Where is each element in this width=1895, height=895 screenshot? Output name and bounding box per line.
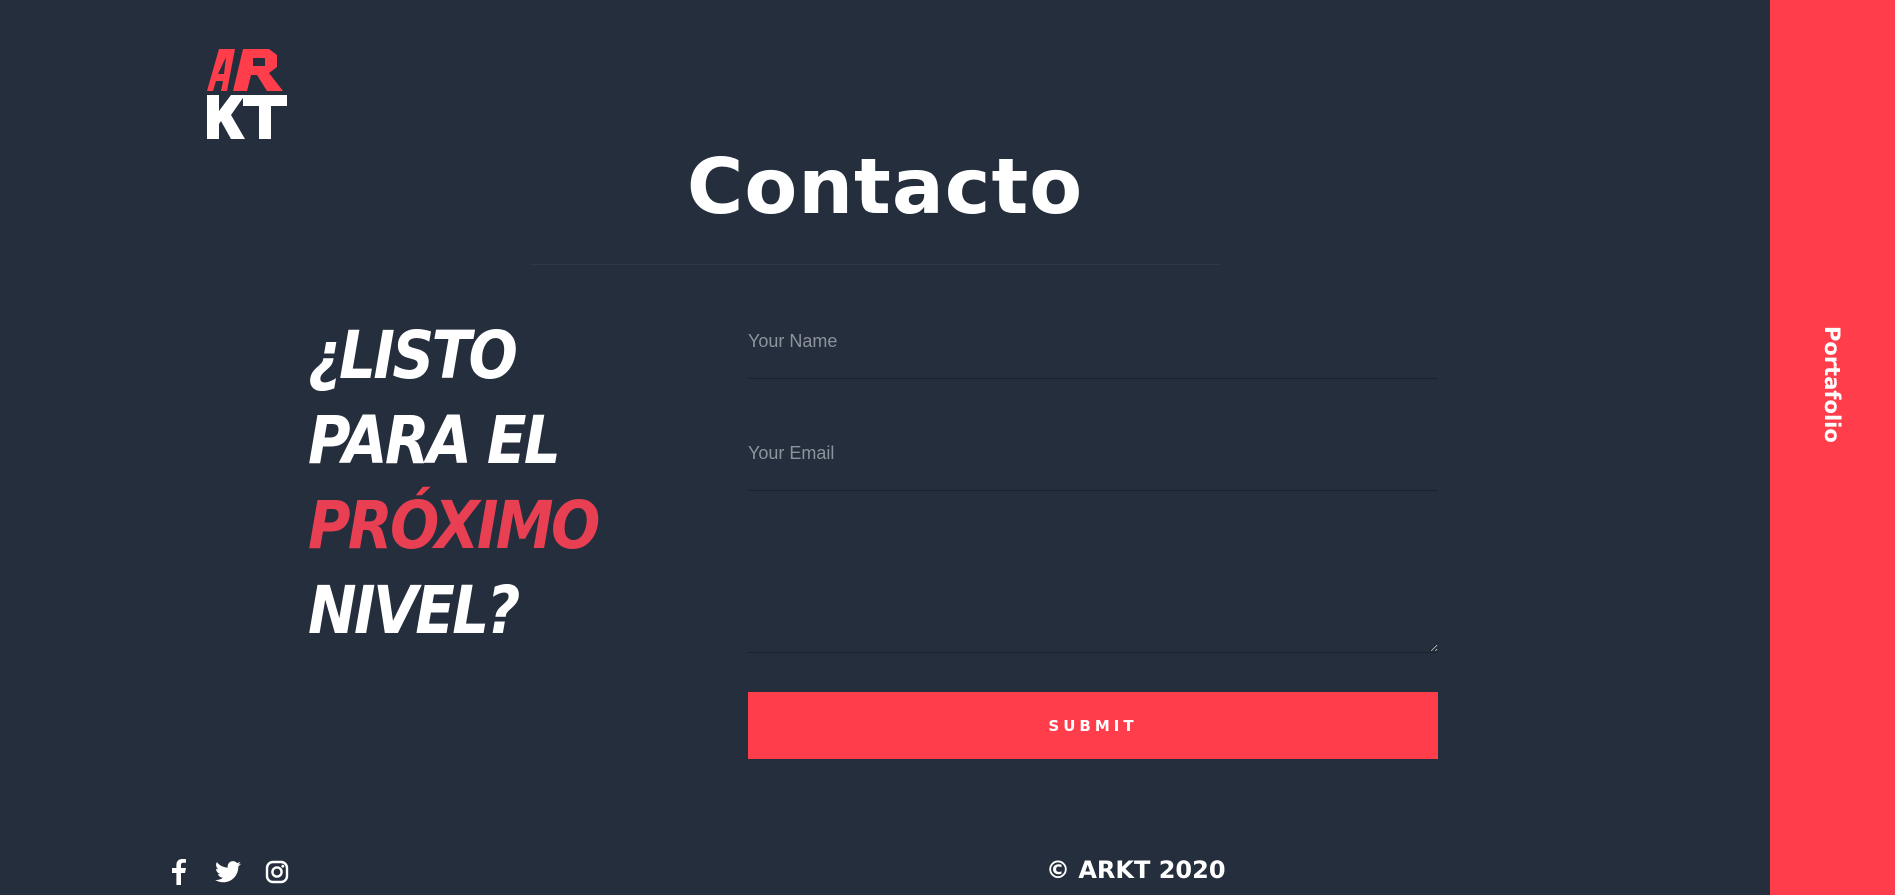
- instagram-link[interactable]: [263, 858, 291, 886]
- facebook-icon: [172, 859, 186, 885]
- title-divider: [530, 264, 1220, 265]
- tagline-line-4: NIVEL?: [308, 572, 520, 649]
- side-panel: [1770, 0, 1895, 895]
- contact-page: Contacto ¿LISTO PARA EL PRÓXIMO NIVEL? S…: [0, 0, 1895, 895]
- submit-button[interactable]: SUBMIT: [748, 692, 1438, 759]
- name-field[interactable]: [748, 318, 1438, 379]
- arkt-logo-icon: [207, 49, 287, 139]
- twitter-icon: [215, 861, 241, 883]
- tagline-line-3-accent: PRÓXIMO: [308, 487, 600, 564]
- page-title: Contacto: [686, 143, 1084, 232]
- instagram-icon: [265, 860, 289, 884]
- facebook-link[interactable]: [165, 858, 193, 886]
- message-field[interactable]: [748, 491, 1438, 653]
- tagline-heading: ¿LISTO PARA EL PRÓXIMO NIVEL?: [308, 313, 625, 653]
- contact-form: SUBMIT: [748, 318, 1438, 759]
- twitter-link[interactable]: [214, 858, 242, 886]
- arkt-logo[interactable]: [205, 49, 287, 139]
- social-links: [165, 858, 291, 886]
- tagline-line-2: PARA EL: [308, 402, 561, 479]
- portafolio-link[interactable]: Portafolio: [1810, 326, 1854, 444]
- copyright-text: © ARKT 2020: [1046, 856, 1226, 884]
- tagline-line-1: ¿LISTO: [308, 317, 518, 394]
- email-field[interactable]: [748, 430, 1438, 491]
